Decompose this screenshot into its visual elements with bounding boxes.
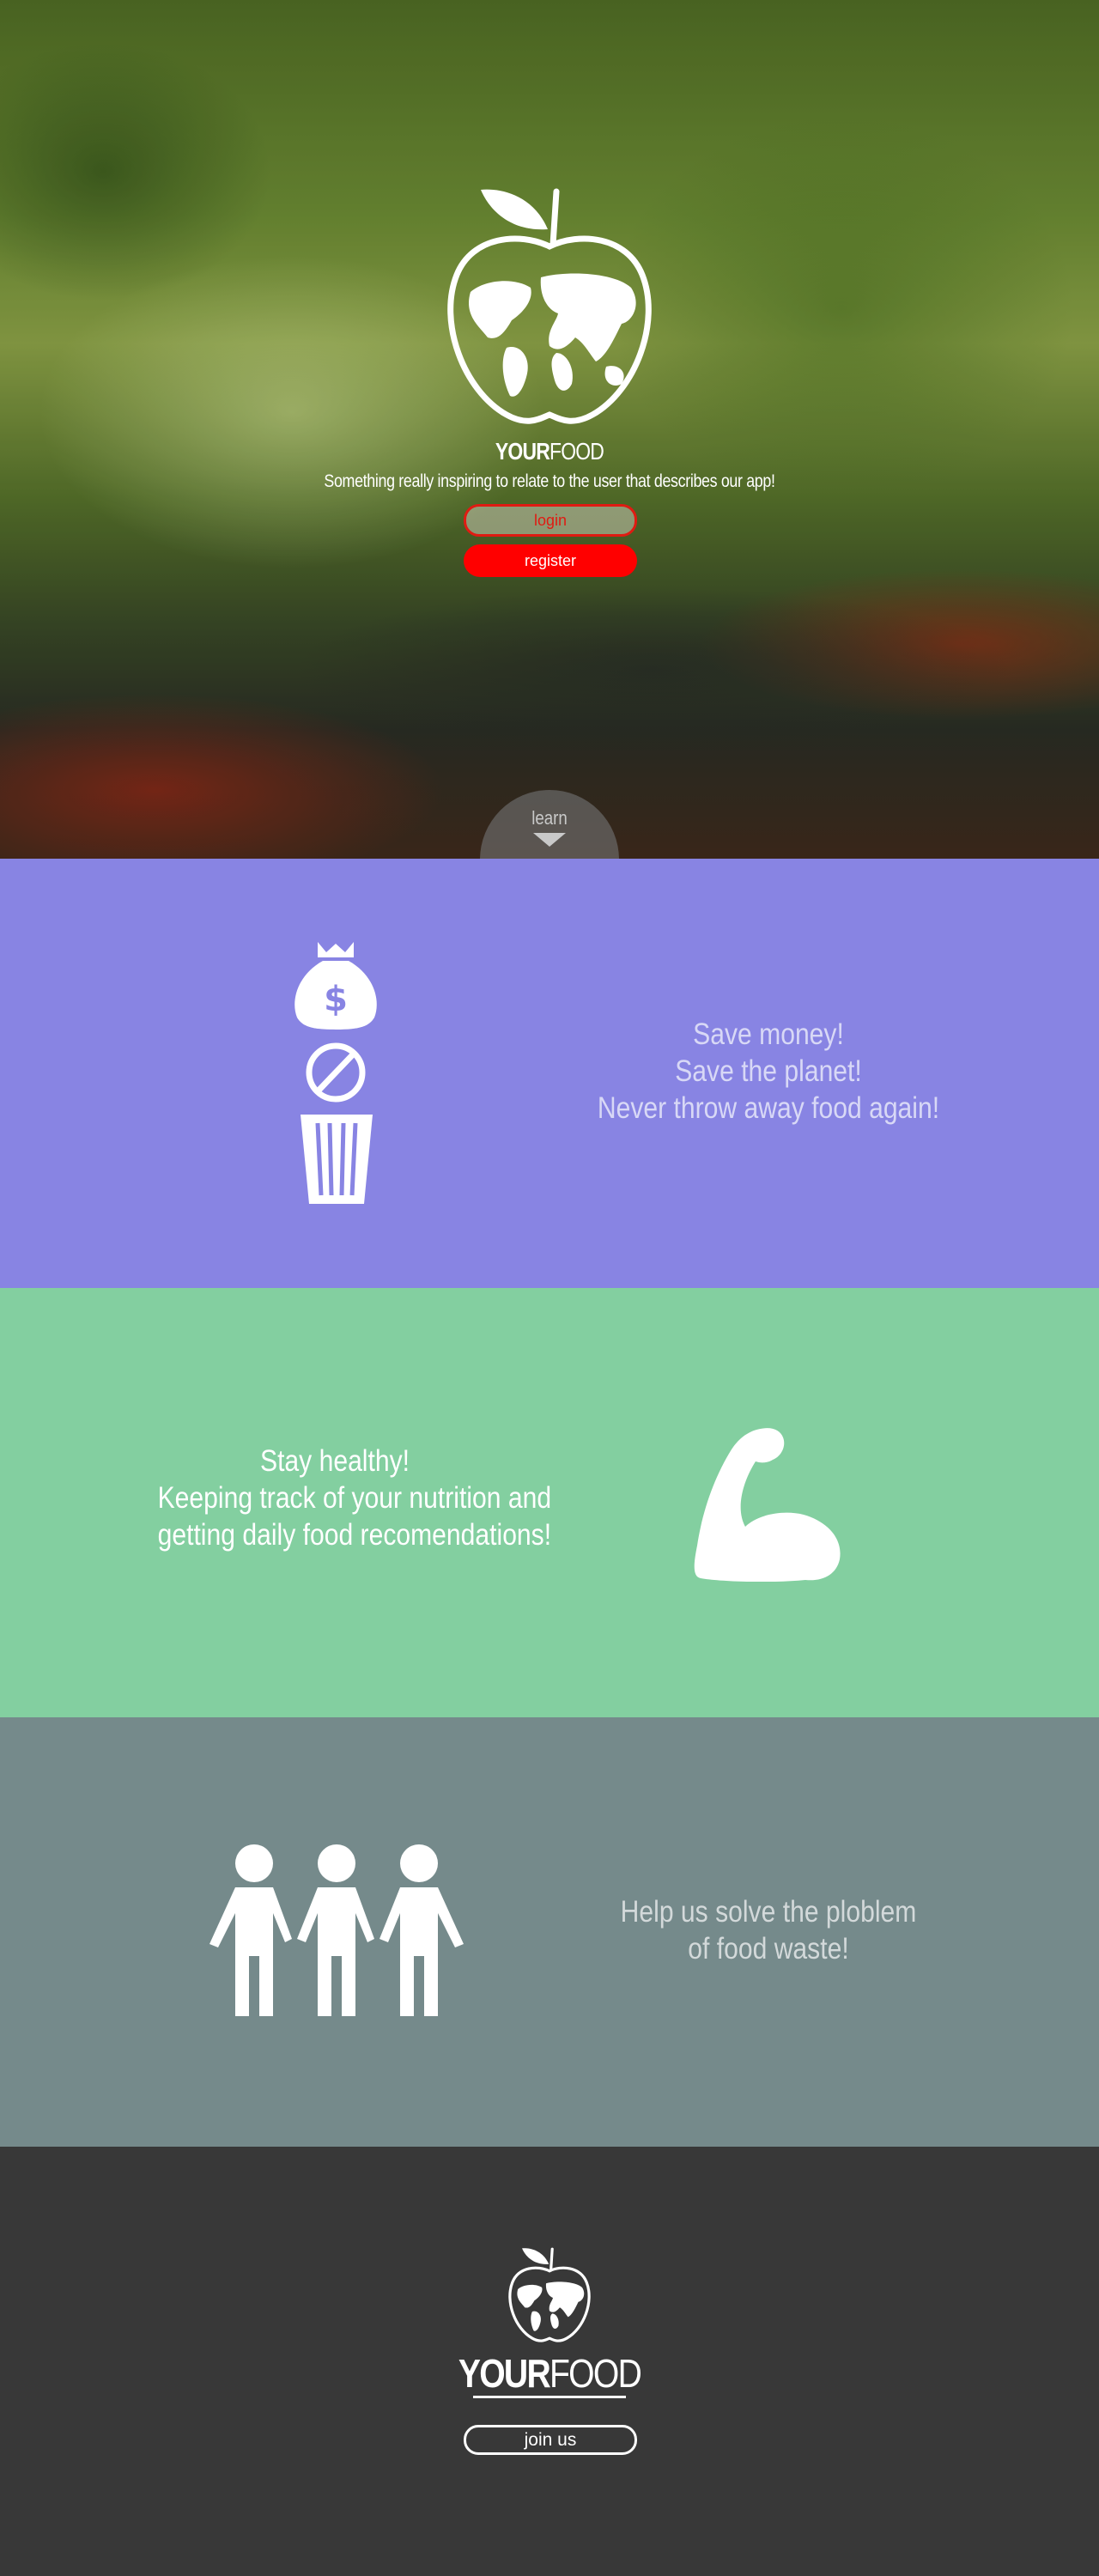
feature-text: Save money! Save the planet! Never throw… — [595, 1016, 942, 1127]
learn-label[interactable]: learn — [490, 807, 609, 829]
feature-stay-healthy: Stay healthy! Keeping track of your nutr… — [0, 1288, 1099, 1717]
svg-text:$: $ — [324, 980, 348, 1019]
brand-light: FOOD — [550, 2351, 642, 2396]
prohibited-icon — [306, 1042, 366, 1103]
feature-line: getting daily food recomendations! — [157, 1518, 552, 1552]
feature-save-money: $ Save money! Save the planet! Never thr… — [0, 859, 1099, 1288]
people-holding-hands-icon — [209, 1844, 464, 2016]
feature-solve-waste: Help us solve the ploblem of food waste! — [0, 1717, 1099, 2147]
brand-light: FOOD — [550, 438, 604, 465]
apple-globe-icon — [447, 188, 652, 424]
feature-line: Save money! — [693, 1018, 844, 1051]
feature-text: Stay healthy! Keeping track of your nutr… — [157, 1443, 552, 1553]
brand-wordmark: YOURFOOD — [99, 438, 1000, 465]
trash-bin-icon — [301, 1115, 373, 1204]
register-button[interactable]: register — [464, 544, 637, 577]
feature-line: Stay healthy! — [259, 1444, 410, 1478]
join-us-button[interactable]: join us — [464, 2425, 637, 2455]
feature-line: Never throw away food again! — [597, 1091, 940, 1125]
brand-bold: YOUR — [458, 2351, 551, 2396]
hero-section: YOURFOOD Something really inspiring to r… — [0, 0, 1099, 859]
brand-bold: YOUR — [495, 438, 550, 465]
apple-globe-icon — [508, 2247, 591, 2342]
footer-section: YOURFOOD join us — [0, 2147, 1099, 2576]
feature-text: Help us solve the ploblem of food waste! — [617, 1893, 920, 1967]
feature-line: Help us solve the ploblem — [620, 1895, 917, 1929]
feature-line: Save the planet! — [675, 1054, 862, 1088]
login-button[interactable]: login — [464, 504, 637, 537]
tagline: Something really inspiring to relate to … — [324, 471, 775, 491]
footer-brand-wordmark: YOURFOOD — [82, 2350, 1017, 2397]
flexed-arm-icon — [694, 1428, 841, 1582]
money-bag-icon: $ — [294, 942, 377, 1030]
chevron-down-icon[interactable] — [533, 833, 566, 847]
feature-line: of food waste! — [688, 1932, 849, 1965]
feature-line: Keeping track of your nutrition and — [157, 1481, 552, 1515]
brand-underline — [473, 2396, 626, 2398]
